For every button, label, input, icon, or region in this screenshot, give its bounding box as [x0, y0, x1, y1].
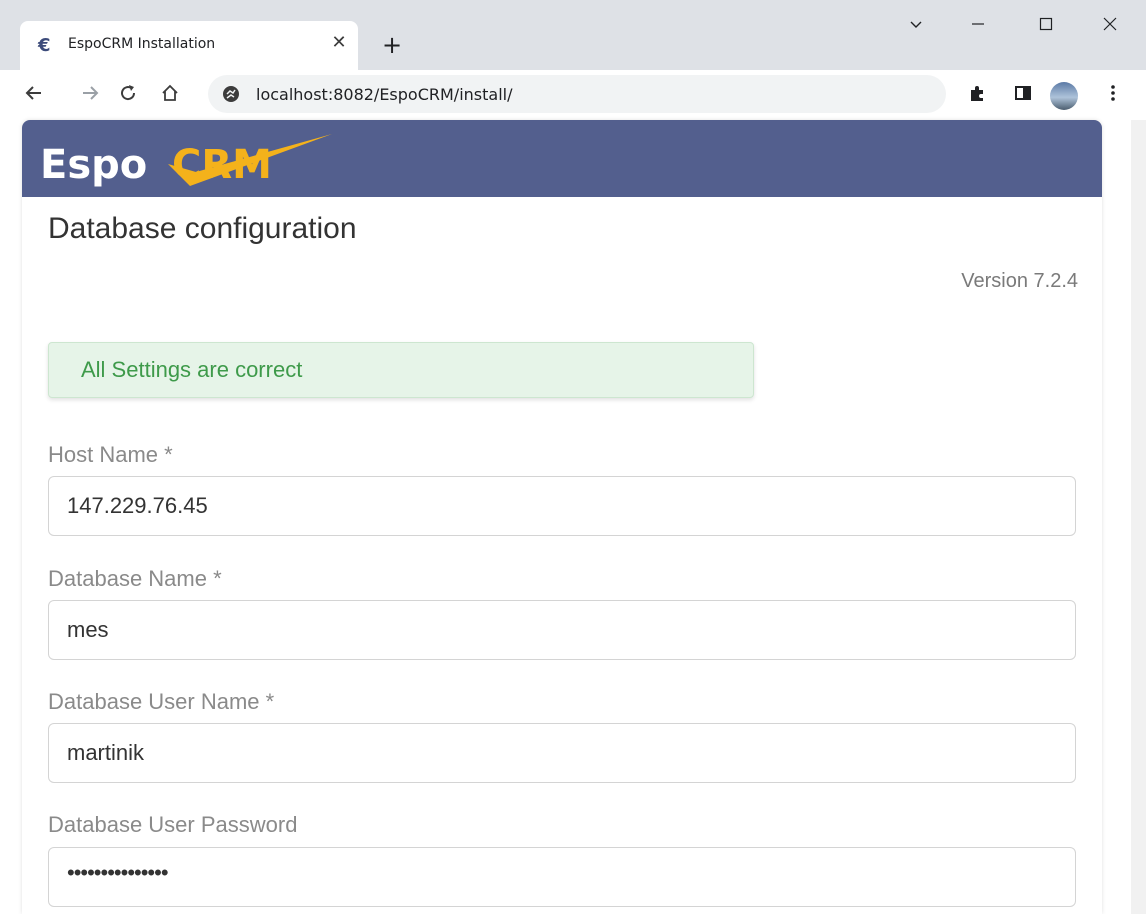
window-edge — [0, 70, 10, 914]
address-bar[interactable]: localhost:8082/EspoCRM/install/ — [208, 75, 946, 113]
database-user-password-input[interactable]: ••••••••••••••• — [48, 847, 1076, 907]
page-title: Database configuration — [48, 212, 357, 245]
host-name-value: 147.229.76.45 — [67, 493, 208, 518]
panel-header: Espo CRM — [22, 120, 1102, 197]
database-name-input[interactable]: mes — [48, 600, 1076, 660]
database-user-name-input[interactable]: martinik — [48, 723, 1076, 783]
success-alert-text: All Settings are correct — [81, 357, 303, 382]
logo-espo-text: Espo — [40, 142, 147, 188]
database-name-value: mes — [67, 617, 109, 642]
url-text: localhost:8082/EspoCRM/install/ — [256, 85, 513, 104]
extensions-icon[interactable] — [964, 83, 990, 109]
tab-close-icon[interactable]: ✕ — [328, 32, 350, 54]
browser-toolbar: localhost:8082/EspoCRM/install/ — [0, 70, 1146, 120]
version-label: Version 7.2.4 — [961, 270, 1078, 292]
database-user-password-value: ••••••••••••••• — [67, 860, 169, 885]
minimize-icon[interactable] — [958, 12, 998, 42]
tab-title: EspoCRM Installation — [68, 36, 216, 52]
tab-search-icon[interactable] — [896, 12, 936, 42]
database-user-password-label: Database User Password — [48, 812, 298, 837]
profile-avatar[interactable] — [1050, 82, 1078, 110]
espocrm-favicon-icon: € — [38, 35, 51, 56]
host-name-input[interactable]: 147.229.76.45 — [48, 476, 1076, 536]
close-window-icon[interactable] — [1090, 12, 1130, 42]
side-panel-icon[interactable] — [1010, 83, 1036, 109]
install-panel: Espo CRM Database configuration Version … — [22, 120, 1102, 914]
host-name-label: Host Name * — [48, 442, 173, 467]
forward-arrow-icon[interactable] — [76, 82, 104, 110]
home-icon[interactable] — [156, 82, 184, 110]
site-info-icon[interactable] — [222, 85, 240, 103]
espocrm-logo: Espo CRM — [40, 134, 332, 188]
browser-tab[interactable]: € EspoCRM Installation ✕ — [20, 21, 358, 70]
new-tab-icon[interactable]: + — [378, 31, 406, 59]
database-name-label: Database Name * — [48, 566, 222, 591]
more-menu-icon[interactable] — [1100, 83, 1126, 109]
database-user-name-value: martinik — [67, 740, 145, 765]
success-alert: All Settings are correct — [48, 342, 754, 398]
reload-icon[interactable] — [114, 82, 142, 110]
page-scrollbar[interactable] — [1131, 120, 1146, 914]
database-user-name-label: Database User Name * — [48, 689, 275, 714]
back-arrow-icon[interactable] — [20, 82, 48, 110]
maximize-icon[interactable] — [1026, 12, 1066, 42]
